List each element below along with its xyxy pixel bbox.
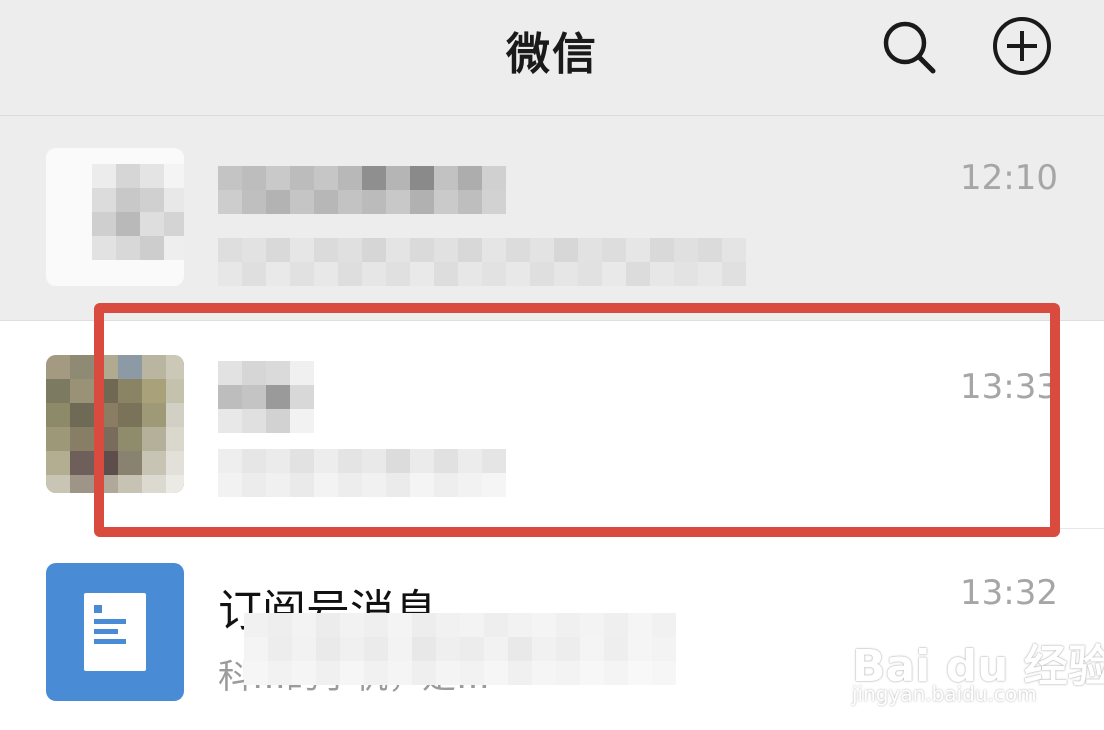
- blurred-chat-preview: [218, 238, 746, 286]
- document-icon: [46, 563, 184, 701]
- blurred-chat-preview: [244, 613, 676, 685]
- blurred-chat-name: [218, 166, 506, 214]
- document-icon-graphic: [84, 593, 146, 671]
- highlight-box: [94, 303, 1060, 537]
- chat-time: 13:32: [960, 573, 1058, 613]
- search-icon[interactable]: [878, 16, 938, 76]
- add-icon[interactable]: [992, 16, 1052, 76]
- top-bar: 微信: [0, 0, 1104, 116]
- baidu-jingyan-watermark: Bai du 经验 jingyan.baidu.com: [840, 612, 1104, 712]
- page-title: 微信: [506, 29, 598, 80]
- blurred-avatar-mosaic: [92, 164, 184, 260]
- watermark-url: jingyan.baidu.com: [852, 682, 1037, 706]
- chat-row[interactable]: 12:10: [0, 116, 1104, 321]
- chat-time: 12:10: [960, 158, 1058, 198]
- avatar: [46, 148, 184, 286]
